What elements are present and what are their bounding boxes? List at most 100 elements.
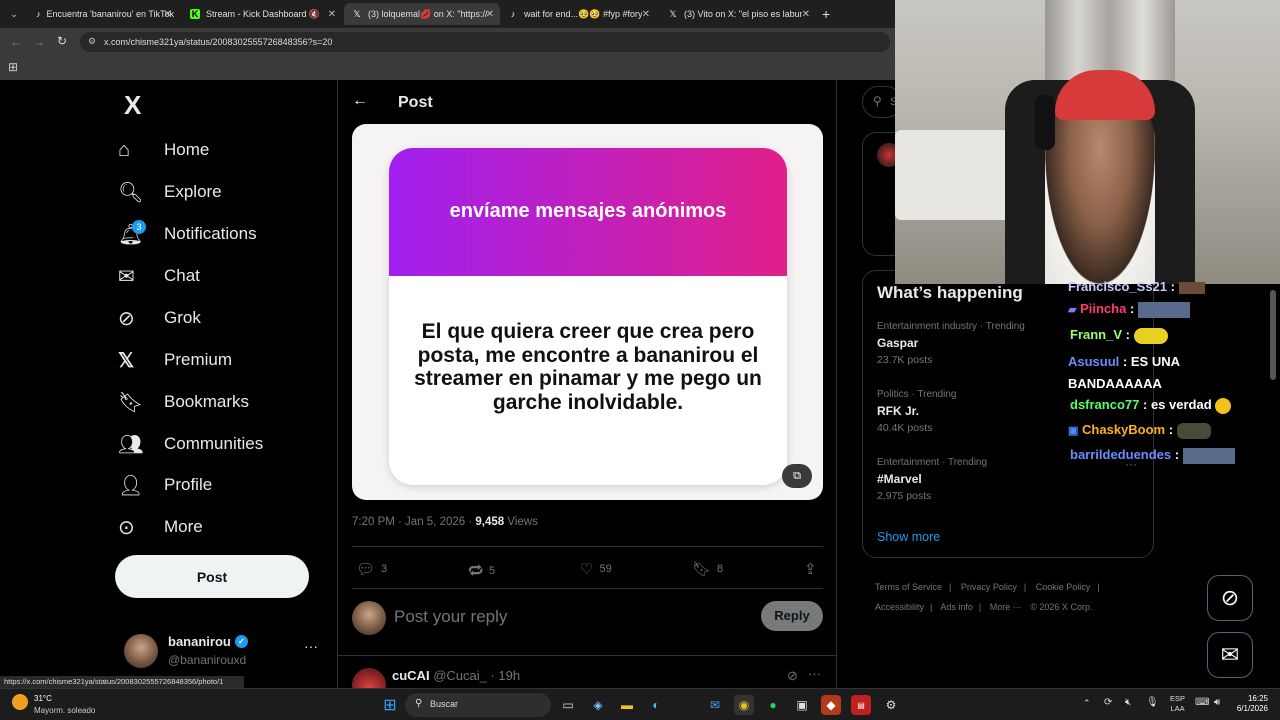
meeting-app-icon[interactable]: ▤ <box>851 695 871 715</box>
page-scrollbar[interactable] <box>1270 290 1276 380</box>
nav-more[interactable]: ⊙ More <box>118 507 203 547</box>
reply-item[interactable]: cuCAI @Cucai_ · 19h ⊘ ··· <box>352 666 823 690</box>
mute-icon[interactable]: 🔇 <box>309 9 320 20</box>
messages-floating-button[interactable]: ✉ <box>1207 632 1253 678</box>
close-icon[interactable]: ✕ <box>802 9 810 20</box>
address-bar[interactable]: ⚙ x.com/chisme321ya/status/2008302555726… <box>80 32 890 52</box>
edge-icon[interactable]: ◐ <box>646 695 666 715</box>
tab-tiktok-search[interactable]: ♪ Encuentra 'bananirou' en TikTok ✕ <box>28 3 178 25</box>
post-button[interactable]: Post <box>115 555 309 598</box>
apps-grid-icon[interactable]: ⊞ <box>8 60 18 74</box>
bookmark-action[interactable]: 🔖︎ 8 <box>692 560 723 578</box>
trend-item[interactable]: Entertainment · Trending #Marvel 2,975 p… <box>877 457 987 502</box>
new-tab-button[interactable]: + <box>822 6 830 22</box>
close-icon[interactable]: ✕ <box>486 9 494 20</box>
file-explorer-icon[interactable]: ▬ <box>617 695 637 715</box>
language-indicator[interactable]: ESP LAA <box>1170 694 1185 714</box>
clock-date: 6/1/2026 <box>1236 704 1268 713</box>
tray-sync-icon[interactable]: ⟳ <box>1104 697 1112 708</box>
post-image[interactable]: envíame mensajes anónimos El que quiera … <box>352 124 823 500</box>
x-logo[interactable]: X <box>124 90 141 121</box>
tab-tiktok-video[interactable]: ♪ wait for end...🥹🥹 #fyp #fory ✕ <box>500 3 656 25</box>
settings-app-icon[interactable]: ⚙ <box>881 695 901 715</box>
image-edit-icon[interactable]: ⧉ <box>782 464 812 488</box>
grok-icon[interactable]: ⊘ <box>787 668 798 684</box>
tab-search-menu-icon[interactable]: ⌄ <box>6 6 22 22</box>
tiktok-icon: ♪ <box>36 9 41 19</box>
post-timestamp[interactable]: 7:20 PM · Jan 5, 2026 · <box>352 516 475 528</box>
share-action[interactable]: ⇪ <box>804 560 823 578</box>
reply-button[interactable]: Reply <box>761 601 823 631</box>
chat-username: Francisco_Ss21 <box>1068 279 1168 294</box>
weather-desc: Mayorm. soleado <box>34 706 96 715</box>
nav-explore[interactable]: 🔍︎ Explore <box>118 172 222 212</box>
tray-network-icon[interactable]: ⌨ <box>1195 697 1209 708</box>
taskbar-search[interactable]: ⚲ Buscar <box>405 693 551 717</box>
nav-communities[interactable]: 👥︎ Communities <box>118 424 263 464</box>
start-button[interactable]: ⊞ <box>380 695 400 715</box>
tab-lolquemal-post[interactable]: 𝕏 (3) lolquemal💋 on X: "https:// ✕ <box>344 3 500 25</box>
divider <box>338 655 836 656</box>
terminal-icon[interactable]: ▣ <box>792 695 812 715</box>
weather-widget[interactable]: 31°C Mayorm. soleado <box>12 692 122 718</box>
close-icon[interactable]: ✕ <box>642 9 650 20</box>
nav-bookmarks[interactable]: 🔖︎ Bookmarks <box>118 382 249 422</box>
obs-icon[interactable]: ◆ <box>821 695 841 715</box>
copilot-icon[interactable]: ◈ <box>588 695 608 715</box>
chrome-icon[interactable]: ◉ <box>734 695 754 715</box>
site-info-icon[interactable]: ⚙ <box>88 36 96 47</box>
trend-item[interactable]: Entertainment industry · Trending Gaspar… <box>877 321 1025 366</box>
reload-icon[interactable]: ↻ <box>57 34 67 48</box>
tab-label: (3) lolquemal💋 on X: "https:// <box>368 8 488 19</box>
clock[interactable]: 16:25 6/1/2026 <box>1230 694 1268 714</box>
accessibility-link[interactable]: Accessibility <box>875 602 924 612</box>
nav-chat[interactable]: ✉ Chat <box>118 256 200 296</box>
reply-input[interactable]: Post your reply <box>394 607 507 627</box>
nav-profile[interactable]: 👤︎ Profile <box>118 465 212 505</box>
account-menu-icon[interactable]: ··· <box>304 638 318 654</box>
trend-context: Politics · Trending <box>877 389 957 400</box>
repost-count: 5 <box>489 565 496 577</box>
tray-volume-icon[interactable]: 🔊︎ <box>1214 697 1220 708</box>
keyboard-layout: LAA <box>1170 704 1185 713</box>
nav-grok[interactable]: ⊘ Grok <box>118 298 201 338</box>
more-options-icon[interactable]: ··· <box>808 666 821 681</box>
close-icon[interactable]: ✕ <box>328 9 336 20</box>
nav-notifications[interactable]: 🔔︎ 3 Notifications <box>118 214 257 254</box>
account-switcher[interactable]: bananirou ✓ @bananirouxd ··· <box>120 630 325 672</box>
nav-home[interactable]: ⌂ Home <box>118 130 209 170</box>
nav-premium[interactable]: 𝕏 Premium <box>118 340 232 380</box>
tray-mic-icon[interactable]: 🎙︎ <box>1146 697 1159 708</box>
account-handle: @bananirouxd <box>168 653 247 667</box>
forward-icon[interactable]: → <box>33 35 45 49</box>
ngl-message-card: envíame mensajes anónimos El que quiera … <box>389 148 787 485</box>
task-view-icon[interactable]: ▭ <box>558 695 578 715</box>
ads-info-link[interactable]: Ads info <box>940 602 973 612</box>
spotify-icon[interactable]: ● <box>763 695 783 715</box>
back-icon[interactable]: ← <box>10 35 22 49</box>
trend-item[interactable]: Politics · Trending RFK Jr. 40.4K posts <box>877 389 956 434</box>
copyright: © 2026 X Corp. <box>1030 602 1093 612</box>
tab-vito-post[interactable]: 𝕏 (3) Vito on X: "el piso es laburo ✕ <box>660 3 816 25</box>
mail-app-icon[interactable]: ✉ <box>705 695 725 715</box>
tray-speaker-muted-icon[interactable]: 🔇︎ <box>1125 697 1131 708</box>
grok-floating-button[interactable]: ⊘ <box>1207 575 1253 621</box>
repost-action[interactable]: 🔁︎ 5 <box>468 560 495 582</box>
reply-action[interactable]: 💬︎ 3 <box>356 560 387 578</box>
chat-username: barrildeduendes <box>1070 447 1172 462</box>
privacy-link[interactable]: Privacy Policy <box>961 582 1017 592</box>
back-arrow-icon[interactable]: ← <box>352 92 368 110</box>
tray-chevron-icon[interactable]: ⌃ <box>1083 698 1091 709</box>
divider <box>352 588 823 589</box>
tab-kick-dashboard[interactable]: K Stream - Kick Dashboard 🔇 ✕ <box>182 3 342 25</box>
terms-link[interactable]: Terms of Service <box>875 582 942 592</box>
account-avatar <box>124 634 158 668</box>
more-footer-link[interactable]: More ··· <box>990 602 1022 612</box>
show-more-link[interactable]: Show more <box>877 530 940 544</box>
trend-count: 40.4K posts <box>877 422 933 434</box>
close-icon[interactable]: ✕ <box>164 9 172 20</box>
chat-message: Asusuul : ES UNA BANDAAAAAA <box>1068 351 1228 395</box>
cookie-link[interactable]: Cookie Policy <box>1036 582 1091 592</box>
chat-message: ▰ Piincha : <box>1068 301 1190 318</box>
like-action[interactable]: ♡ 59 <box>580 560 612 578</box>
